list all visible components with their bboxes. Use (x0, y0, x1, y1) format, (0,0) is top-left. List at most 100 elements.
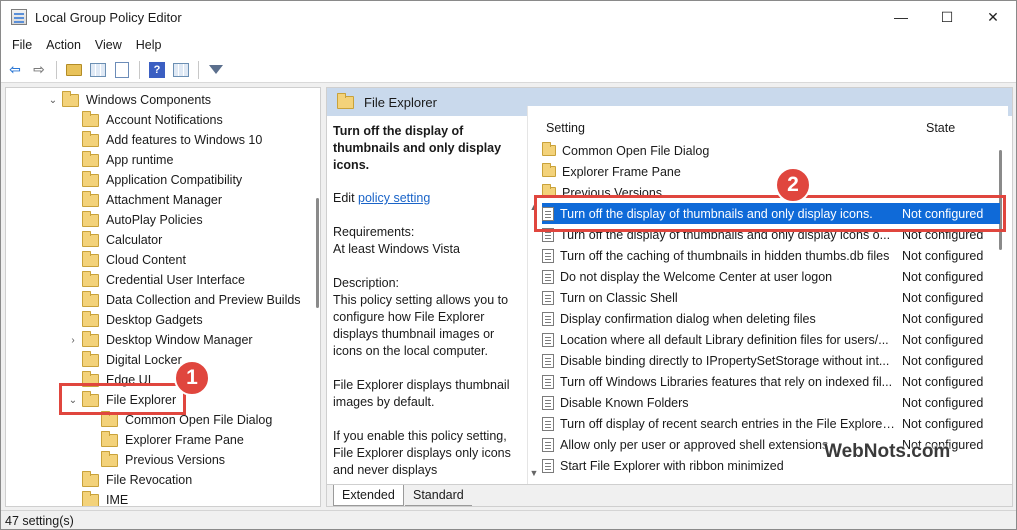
help-icon[interactable]: ? (147, 60, 167, 80)
filter-icon[interactable] (206, 60, 226, 80)
annotation-highlight-file-explorer (59, 383, 186, 415)
maximize-button[interactable]: ☐ (924, 1, 970, 33)
tree-item-label: Application Compatibility (106, 173, 243, 187)
folder-icon (82, 350, 99, 367)
column-header-setting[interactable]: Setting (546, 121, 585, 135)
setting-state: Not configured (902, 311, 984, 326)
menu-view[interactable]: View (88, 38, 129, 52)
setting-state: Not configured (902, 416, 984, 431)
menu-file[interactable]: File (5, 38, 39, 52)
list-item-policy[interactable]: Turn off the caching of thumbnails in hi… (542, 245, 1000, 266)
export-list-icon[interactable] (112, 60, 132, 80)
chevron-down-icon[interactable]: ⌄ (46, 95, 60, 106)
setting-state: Not configured (902, 269, 984, 284)
list-item-policy[interactable]: Turn off Windows Libraries features that… (542, 371, 1000, 392)
folder-icon (82, 310, 99, 327)
list-item-policy[interactable]: Disable binding directly to IPropertySet… (542, 350, 1000, 371)
view-tabs: Extended Standard (327, 484, 1012, 506)
scroll-down-arrow-icon[interactable]: ▼ (528, 468, 540, 478)
menu-action[interactable]: Action (39, 38, 88, 52)
folder-icon (101, 410, 118, 427)
toolbar: ⇦ ⇨ ? (1, 57, 1016, 83)
edit-prefix: Edit (333, 191, 355, 205)
tree-item-label: Previous Versions (125, 453, 226, 467)
chevron-right-icon[interactable]: › (66, 335, 80, 346)
forward-arrow-icon[interactable]: ⇨ (29, 60, 49, 80)
setting-name: Turn on Classic Shell (560, 290, 678, 305)
policy-setting-icon (542, 353, 554, 368)
tree-item[interactable]: Explorer Frame Pane (101, 430, 244, 450)
tree-item-label: App runtime (106, 153, 174, 167)
up-folder-icon[interactable] (64, 60, 84, 80)
tab-standard[interactable]: Standard (405, 485, 472, 506)
requirements-block: Requirements: At least Windows Vista (333, 224, 517, 258)
list-item-folder[interactable]: Common Open File Dialog (542, 140, 1000, 161)
annotation-badge-1: 1 (174, 360, 210, 396)
tree-scrollbar-thumb[interactable] (316, 198, 319, 308)
tree-item-label: Digital Locker (106, 353, 182, 367)
window-title: Local Group Policy Editor (35, 9, 182, 25)
tree-item-label: IME (106, 493, 129, 507)
status-bar: 47 setting(s) (1, 510, 1016, 529)
policy-setting-link[interactable]: policy setting (358, 191, 430, 205)
list-item-policy[interactable]: Disable Known Folders Not configured (542, 392, 1000, 413)
tree-item[interactable]: Digital Locker (82, 350, 182, 370)
setting-name: Turn off display of recent search entrie… (560, 416, 896, 431)
tree-item-desktop-window-manager[interactable]: › Desktop Window Manager (66, 330, 253, 350)
settings-list[interactable]: Setting State ▲ ▼ Common Open File Dialo… (527, 106, 1008, 484)
app-window: Local Group Policy Editor — ☐ ✕ File Act… (0, 0, 1017, 530)
policy-editor-app-icon (11, 9, 27, 25)
tree-item-windows-components[interactable]: ⌄ Windows Components (46, 90, 211, 110)
properties-icon[interactable] (171, 60, 191, 80)
tree-item[interactable]: Calculator (82, 230, 162, 250)
toolbar-separator (56, 60, 57, 79)
list-item-policy[interactable]: Turn on Classic Shell Not configured (542, 287, 1000, 308)
minimize-button[interactable]: — (878, 1, 924, 33)
tree-item[interactable]: Attachment Manager (82, 190, 222, 210)
tree-scrollbar[interactable] (314, 88, 320, 506)
folder-icon (82, 330, 99, 347)
show-hide-tree-icon[interactable] (88, 60, 108, 80)
description-block: Description: This policy setting allows … (333, 275, 517, 360)
list-item-policy[interactable]: Location where all default Library defin… (542, 329, 1000, 350)
tree-item[interactable]: App runtime (82, 150, 173, 170)
title-bar: Local Group Policy Editor — ☐ ✕ (1, 1, 1016, 33)
tree-item[interactable]: Credential User Interface (82, 270, 245, 290)
list-item-policy[interactable]: Turn off display of recent search entrie… (542, 413, 1000, 434)
folder-icon (101, 430, 118, 447)
folder-icon (82, 170, 99, 187)
menu-bar: File Action View Help (1, 33, 1016, 57)
tab-extended[interactable]: Extended (333, 485, 404, 506)
folder-icon (82, 210, 99, 227)
policy-setting-icon (542, 395, 554, 410)
tree-item[interactable]: AutoPlay Policies (82, 210, 203, 230)
folder-icon (101, 450, 118, 467)
list-item-policy[interactable]: Display confirmation dialog when deletin… (542, 308, 1000, 329)
folder-icon (337, 92, 354, 109)
list-item-folder[interactable]: Explorer Frame Pane (542, 161, 1000, 182)
folder-icon (82, 490, 99, 506)
close-button[interactable]: ✕ (970, 1, 1016, 33)
tree-item-label: Credential User Interface (106, 273, 245, 287)
tree-item[interactable]: File Revocation (82, 470, 192, 490)
tree-item-label: Account Notifications (106, 113, 223, 127)
column-header-state[interactable]: State (926, 121, 955, 135)
menu-help[interactable]: Help (129, 38, 169, 52)
tree-item-label: File Revocation (106, 473, 193, 487)
list-item-policy[interactable]: Do not display the Welcome Center at use… (542, 266, 1000, 287)
navigation-tree[interactable]: ⌄ Windows Components Account Notificatio… (5, 87, 321, 507)
tree-item[interactable]: Data Collection and Preview Builds (82, 290, 301, 310)
tree-item[interactable]: Application Compatibility (82, 170, 242, 190)
tree-item[interactable]: Add features to Windows 10 (82, 130, 262, 150)
tree-item[interactable]: IME (82, 490, 129, 507)
policy-title: Turn off the display of thumbnails and o… (333, 124, 502, 172)
back-arrow-icon[interactable]: ⇦ (5, 60, 25, 80)
tree-item[interactable]: Cloud Content (82, 250, 186, 270)
folder-icon (82, 250, 99, 267)
folder-icon (82, 110, 99, 127)
setting-name: Disable Known Folders (560, 395, 689, 410)
status-text: 47 setting(s) (5, 514, 74, 528)
tree-item[interactable]: Previous Versions (101, 450, 225, 470)
tree-item[interactable]: Account Notifications (82, 110, 223, 130)
tree-item[interactable]: Desktop Gadgets (82, 310, 203, 330)
